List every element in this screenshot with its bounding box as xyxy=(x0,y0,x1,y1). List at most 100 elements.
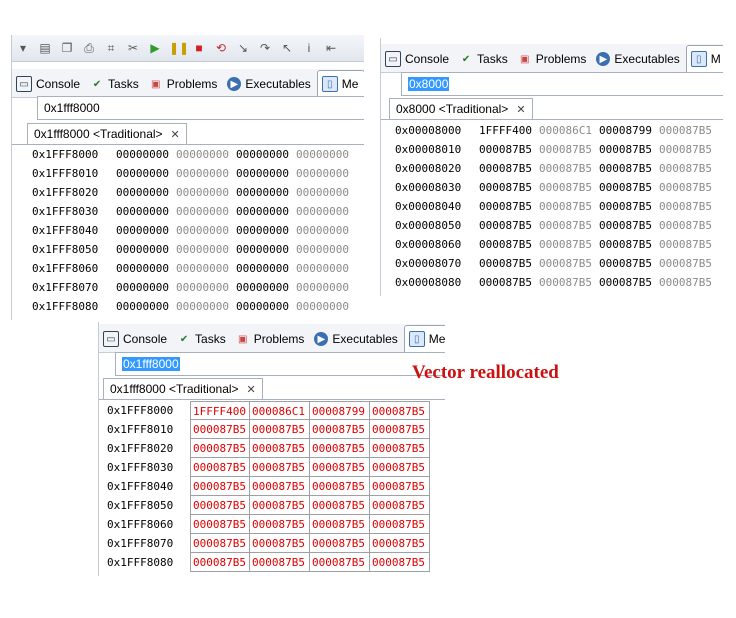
memory-cell[interactable]: 000087B5 xyxy=(250,534,310,553)
memory-cell[interactable]: 000087B5 xyxy=(370,553,430,572)
memory-cell[interactable]: 000087B5 xyxy=(479,273,539,292)
memory-address-input[interactable]: 0x8000 xyxy=(401,72,723,96)
memory-address-input[interactable]: 0x1fff8000 xyxy=(115,352,445,376)
memory-cell[interactable]: 000087B5 xyxy=(479,140,539,159)
memory-cell[interactable]: 000087B5 xyxy=(250,477,310,496)
memory-cell[interactable]: 00000000 xyxy=(236,278,296,297)
step-into-icon[interactable]: ↘ xyxy=(235,40,251,56)
memory-cell[interactable]: 000087B5 xyxy=(659,159,719,178)
step-over-icon[interactable]: ↷ xyxy=(257,40,273,56)
memory-cell[interactable]: 00000000 xyxy=(296,278,356,297)
memory-cell[interactable]: 000087B5 xyxy=(599,159,659,178)
memory-cell[interactable]: 00008799 xyxy=(599,121,659,140)
rendering-tab[interactable]: 0x1fff8000 <Traditional> ✕ xyxy=(27,123,187,145)
memory-cell[interactable]: 000087B5 xyxy=(539,235,599,254)
memory-cell[interactable]: 000087B5 xyxy=(310,420,370,439)
disconnect-icon[interactable]: ✂ xyxy=(125,40,141,56)
memory-cell[interactable]: 00000000 xyxy=(116,183,176,202)
tab-tasks[interactable]: ✔ Tasks xyxy=(455,46,514,72)
memory-cell[interactable]: 000087B5 xyxy=(599,235,659,254)
memory-cell[interactable]: 000087B5 xyxy=(539,216,599,235)
memory-cell[interactable]: 000087B5 xyxy=(479,197,539,216)
tab-memory[interactable]: ▯ Me xyxy=(403,325,445,352)
rendering-tab[interactable]: 0x1fff8000 <Traditional> ✕ xyxy=(103,378,263,400)
tab-executables[interactable]: ▶ Executables xyxy=(310,326,403,352)
memory-cell[interactable]: 00000000 xyxy=(296,221,356,240)
memory-cell[interactable]: 000087B5 xyxy=(370,458,430,477)
memory-cell[interactable]: 000087B5 xyxy=(190,496,250,515)
memory-cell[interactable]: 000087B5 xyxy=(190,439,250,458)
memory-cell[interactable]: 00008799 xyxy=(310,401,370,420)
memory-cell[interactable]: 00000000 xyxy=(296,240,356,259)
memory-cell[interactable]: 00000000 xyxy=(296,202,356,221)
tab-problems[interactable]: ▣ Problems xyxy=(232,326,311,352)
memory-cell[interactable]: 000087B5 xyxy=(310,439,370,458)
terminate-icon[interactable]: ■ xyxy=(191,40,207,56)
memory-cell[interactable]: 000087B5 xyxy=(250,496,310,515)
memory-cell[interactable]: 00000000 xyxy=(236,183,296,202)
save-icon[interactable]: ▤ xyxy=(37,40,53,56)
memory-cell[interactable]: 000087B5 xyxy=(310,496,370,515)
relaunch-icon[interactable]: ⟲ xyxy=(213,40,229,56)
memory-cell[interactable]: 00000000 xyxy=(236,297,296,316)
memory-cell[interactable]: 00000000 xyxy=(236,145,296,164)
memory-cell[interactable]: 00000000 xyxy=(296,164,356,183)
memory-cell[interactable]: 00000000 xyxy=(176,164,236,183)
memory-cell[interactable]: 00000000 xyxy=(176,240,236,259)
tab-problems[interactable]: ▣ Problems xyxy=(145,71,224,97)
tab-console[interactable]: ▭ Console xyxy=(381,46,455,72)
tab-memory[interactable]: ▯ Me xyxy=(316,70,364,97)
memory-cell[interactable]: 00000000 xyxy=(116,259,176,278)
suspend-icon[interactable]: ❚❚ xyxy=(169,40,189,56)
memory-cell[interactable]: 000087B5 xyxy=(370,496,430,515)
memory-cell[interactable]: 000087B5 xyxy=(479,159,539,178)
tab-tasks[interactable]: ✔ Tasks xyxy=(86,71,145,97)
drop-to-frame-icon[interactable]: ⇤ xyxy=(323,40,339,56)
memory-cell[interactable]: 000087B5 xyxy=(310,534,370,553)
memory-cell[interactable]: 00000000 xyxy=(176,297,236,316)
memory-cell[interactable]: 000087B5 xyxy=(250,553,310,572)
memory-cell[interactable]: 00000000 xyxy=(236,240,296,259)
memory-cell[interactable]: 000087B5 xyxy=(659,121,719,140)
memory-cell[interactable]: 00000000 xyxy=(236,202,296,221)
memory-cell[interactable]: 000087B5 xyxy=(479,178,539,197)
memory-cell[interactable]: 00000000 xyxy=(296,297,356,316)
memory-cell[interactable]: 000087B5 xyxy=(539,140,599,159)
memory-cell[interactable]: 000087B5 xyxy=(659,140,719,159)
memory-cell[interactable]: 000087B5 xyxy=(659,197,719,216)
memory-cell[interactable]: 000087B5 xyxy=(370,401,430,420)
memory-cell[interactable]: 000087B5 xyxy=(310,477,370,496)
memory-address-input[interactable]: 0x1fff8000 xyxy=(37,96,364,120)
memory-cell[interactable]: 000087B5 xyxy=(599,140,659,159)
tab-console[interactable]: ▭ Console xyxy=(99,326,173,352)
memory-cell[interactable]: 000087B5 xyxy=(190,458,250,477)
memory-cell[interactable]: 1FFFF400 xyxy=(479,121,539,140)
memory-cell[interactable]: 00000000 xyxy=(236,259,296,278)
memory-cell[interactable]: 00000000 xyxy=(116,221,176,240)
copy-icon[interactable]: ❐ xyxy=(59,40,75,56)
memory-cell[interactable]: 000087B5 xyxy=(539,197,599,216)
memory-cell[interactable]: 000087B5 xyxy=(659,235,719,254)
memory-cell[interactable]: 000087B5 xyxy=(539,178,599,197)
tab-executables[interactable]: ▶ Executables xyxy=(592,46,685,72)
print-icon[interactable]: ⎙ xyxy=(81,40,97,56)
memory-cell[interactable]: 00000000 xyxy=(116,240,176,259)
memory-cell[interactable]: 000087B5 xyxy=(599,216,659,235)
memory-cell[interactable]: 000087B5 xyxy=(250,420,310,439)
memory-cell[interactable]: 000087B5 xyxy=(659,216,719,235)
memory-cell[interactable]: 000087B5 xyxy=(539,273,599,292)
memory-cell[interactable]: 00000000 xyxy=(116,297,176,316)
memory-cell[interactable]: 000087B5 xyxy=(370,534,430,553)
memory-cell[interactable]: 000087B5 xyxy=(659,254,719,273)
tab-console[interactable]: ▭ Console xyxy=(12,71,86,97)
step-return-icon[interactable]: ↖ xyxy=(279,40,295,56)
memory-cell[interactable]: 00000000 xyxy=(296,145,356,164)
dropdown-arrow-icon[interactable]: ▾ xyxy=(15,40,31,56)
instruction-step-icon[interactable]: i xyxy=(301,40,317,56)
memory-cell[interactable]: 00000000 xyxy=(176,202,236,221)
memory-cell[interactable]: 1FFFF400 xyxy=(190,401,250,420)
memory-cell[interactable]: 00000000 xyxy=(116,278,176,297)
memory-cell[interactable]: 00000000 xyxy=(236,221,296,240)
memory-cell[interactable]: 000087B5 xyxy=(310,515,370,534)
memory-cell[interactable]: 000087B5 xyxy=(599,178,659,197)
